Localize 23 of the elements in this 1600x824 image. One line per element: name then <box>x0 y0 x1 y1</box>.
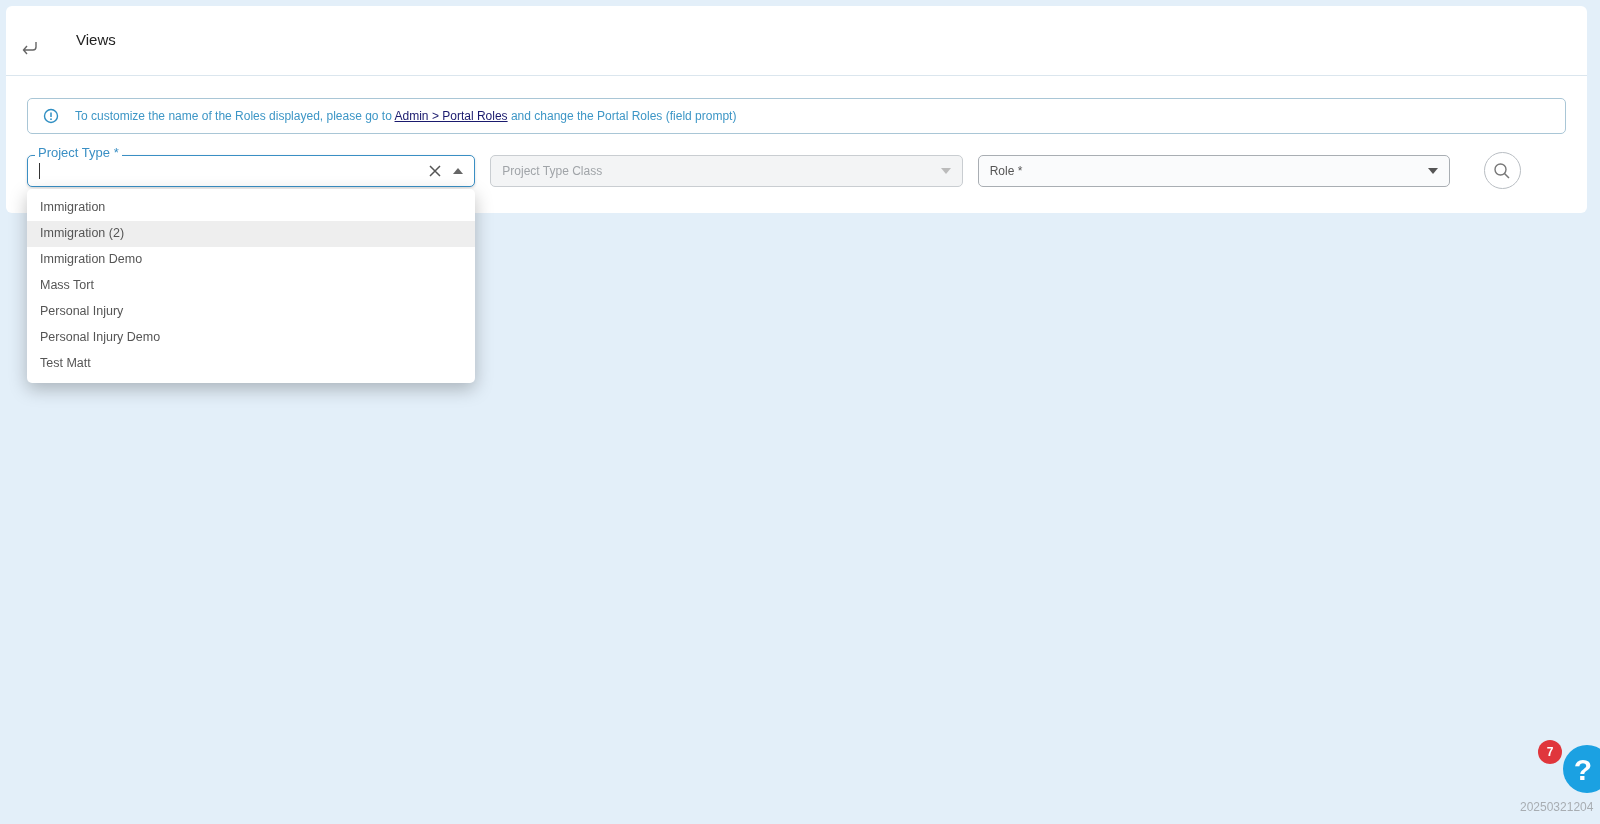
dropdown-option[interactable]: Immigration <box>27 194 476 221</box>
portal-roles-link[interactable]: Admin > Portal Roles <box>394 109 508 123</box>
return-arrow-icon[interactable] <box>22 40 38 55</box>
search-icon <box>1493 161 1512 180</box>
dropdown-option[interactable]: Immigration Demo <box>27 246 476 273</box>
text-cursor <box>39 162 40 179</box>
info-message: To customize the name of the Roles displayed, please go to Admin > Portal Roles and change the Portal Roles (field prompt) <box>75 108 737 125</box>
caret-icon[interactable] <box>453 167 464 174</box>
field-label: Project Type Class <box>502 162 604 180</box>
close-icon[interactable] <box>429 164 442 177</box>
select-field[interactable]: Role * <box>977 154 1450 187</box>
version-label: 20250321204 <box>1520 799 1594 816</box>
dropdown-option[interactable]: Mass Tort <box>27 272 476 299</box>
field-label: Role * <box>989 162 1024 180</box>
info-icon <box>43 108 59 124</box>
dropdown-option[interactable]: Personal Injury Demo <box>27 324 476 351</box>
dropdown-option[interactable]: Personal Injury <box>27 298 476 325</box>
search-button[interactable] <box>1484 152 1521 189</box>
dropdown-option[interactable]: Test Matt <box>27 350 476 377</box>
notification-badge: 7 <box>1538 740 1562 764</box>
dropdown-option[interactable]: Immigration (2) <box>27 220 476 247</box>
caret-icon[interactable] <box>1428 167 1438 174</box>
page-title: Views <box>76 30 116 51</box>
